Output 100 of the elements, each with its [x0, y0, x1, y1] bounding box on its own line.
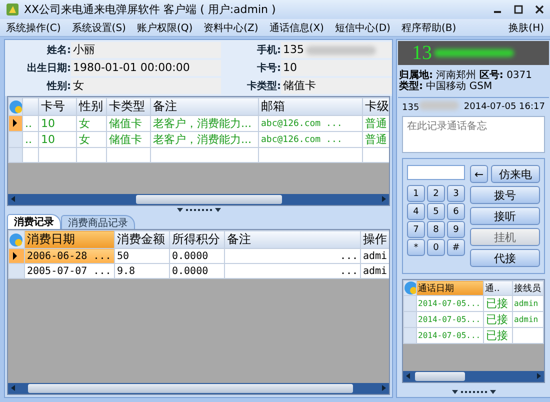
dial-key[interactable]: 1: [407, 185, 425, 202]
dial-key[interactable]: 7: [407, 221, 425, 238]
menu-item[interactable]: 资料中心(Z): [204, 20, 258, 34]
menu-item[interactable]: 换肤(H): [508, 20, 544, 34]
column-header[interactable]: 通话日期: [416, 280, 484, 296]
row-pointer-icon: [13, 252, 17, 260]
redaction-blur: [419, 101, 460, 110]
dial-key[interactable]: 0: [427, 239, 445, 256]
dial-key[interactable]: 4: [407, 203, 425, 220]
field-label: 卡号:: [256, 62, 281, 75]
globe-icon: [404, 282, 416, 294]
column-header[interactable]: 消费金额: [114, 230, 170, 248]
table-cell: 2014-07-05...: [416, 296, 484, 312]
menu-item[interactable]: 通话信息(X): [269, 20, 324, 34]
dial-key[interactable]: 8: [427, 221, 445, 238]
table-cell: 0.0000: [170, 248, 224, 264]
field-value: 10: [281, 60, 392, 76]
field-label: 性别:: [46, 80, 71, 93]
table-cell: 2006-06-28 ...: [24, 248, 114, 264]
column-header[interactable]: 性别: [76, 98, 106, 116]
horizontal-scrollbar[interactable]: [403, 371, 544, 382]
table-cell: 老客户，消费能力...: [150, 116, 258, 132]
column-header[interactable]: 消费日期: [24, 230, 114, 248]
table-cell: 女: [76, 132, 106, 148]
menu-item[interactable]: 账户权限(Q): [136, 20, 193, 34]
table-cell: 2014-07-05...: [416, 328, 484, 344]
dial-key[interactable]: 3: [447, 185, 465, 202]
field-value: 储值卡: [281, 78, 392, 94]
action-button[interactable]: 拨号: [470, 186, 540, 204]
table-cell: admin: [512, 312, 544, 328]
field-label: 类型:: [399, 81, 423, 92]
table-cell: 老客户，消费能力...: [150, 132, 258, 148]
dial-key[interactable]: 5: [427, 203, 445, 220]
column-header[interactable]: 操作: [360, 230, 389, 248]
row-pointer-icon: [13, 119, 17, 127]
table-cell: 储值卡: [106, 132, 150, 148]
dial-key[interactable]: 6: [447, 203, 465, 220]
phone-number: 135: [402, 103, 420, 113]
field-value: 0371: [506, 70, 532, 81]
table-cell: abc@126.com ...: [258, 132, 362, 148]
close-icon: [535, 5, 544, 14]
globe-icon: [10, 232, 23, 246]
menu-item[interactable]: 短信中心(D): [334, 20, 390, 34]
number-field[interactable]: [407, 165, 465, 180]
dial-key[interactable]: *: [407, 239, 425, 256]
field-value: 女: [71, 78, 221, 94]
column-header[interactable]: 备注: [224, 230, 360, 248]
field-value: 1980-01-01 00:00:00: [71, 60, 221, 76]
menu-item[interactable]: 系统操作(C): [6, 20, 61, 34]
field-label: 归属地:: [399, 70, 433, 81]
column-header[interactable]: 所得积分: [170, 230, 224, 248]
caller-number: 13: [412, 42, 432, 64]
field-value: 河南郑州: [436, 70, 476, 81]
note-field[interactable]: 在此记录通话备忘: [402, 116, 545, 153]
column-header[interactable]: 通..: [484, 280, 512, 296]
table-cell: 储值卡: [106, 116, 150, 132]
field-label: 手机:: [256, 44, 281, 57]
horizontal-scrollbar[interactable]: [8, 383, 389, 394]
field-value: 中国移动 GSM: [426, 81, 492, 92]
column-header[interactable]: 邮箱: [258, 98, 362, 116]
table-cell: ..: [22, 132, 38, 148]
globe-icon: [10, 100, 22, 114]
simulate-call-button[interactable]: 仿来电: [491, 165, 540, 183]
redaction-blur: [306, 46, 376, 54]
field-value: 小丽: [71, 42, 221, 58]
menu-item[interactable]: 系统设置(S): [72, 20, 126, 34]
backspace-button[interactable]: ←: [470, 165, 488, 183]
tab[interactable]: 消费记录: [7, 214, 61, 229]
table-cell: 已接: [484, 296, 512, 312]
field-label: 区号:: [479, 70, 504, 81]
table-cell: 女: [76, 116, 106, 132]
table-cell: 已接: [484, 312, 512, 328]
action-button[interactable]: 代接: [470, 249, 540, 267]
field-label: 卡类型:: [246, 80, 281, 93]
column-header[interactable]: 接线员: [512, 280, 544, 296]
maximize-icon: [514, 5, 523, 14]
dial-key[interactable]: #: [447, 239, 465, 256]
table-cell: admin: [512, 296, 544, 312]
row-header[interactable]: [8, 248, 24, 264]
table-cell: ..: [22, 116, 38, 132]
row-header[interactable]: [8, 116, 22, 132]
table-cell: ...: [224, 264, 360, 278]
app-icon: [6, 3, 19, 16]
horizontal-scrollbar[interactable]: [8, 194, 389, 205]
field-label: 出生日期:: [26, 62, 71, 75]
table-cell: 2005-07-07 ...: [24, 264, 114, 278]
table-cell: 已接: [484, 328, 512, 344]
table-cell: ...: [224, 248, 360, 264]
action-button[interactable]: 接听: [470, 207, 540, 225]
column-header[interactable]: 备注: [150, 98, 258, 116]
column-header[interactable]: 卡号: [38, 98, 76, 116]
table-cell: 9.8: [114, 264, 170, 278]
dial-key[interactable]: 2: [427, 185, 445, 202]
table-cell: 10: [38, 116, 76, 132]
tab[interactable]: 消费商品记录: [61, 215, 135, 229]
field-label: 姓名:: [46, 44, 71, 57]
menu-item[interactable]: 程序帮助(B): [401, 20, 456, 34]
column-header[interactable]: 卡类型: [106, 98, 150, 116]
dial-key[interactable]: 9: [447, 221, 465, 238]
column-header[interactable]: 卡级: [362, 98, 389, 116]
